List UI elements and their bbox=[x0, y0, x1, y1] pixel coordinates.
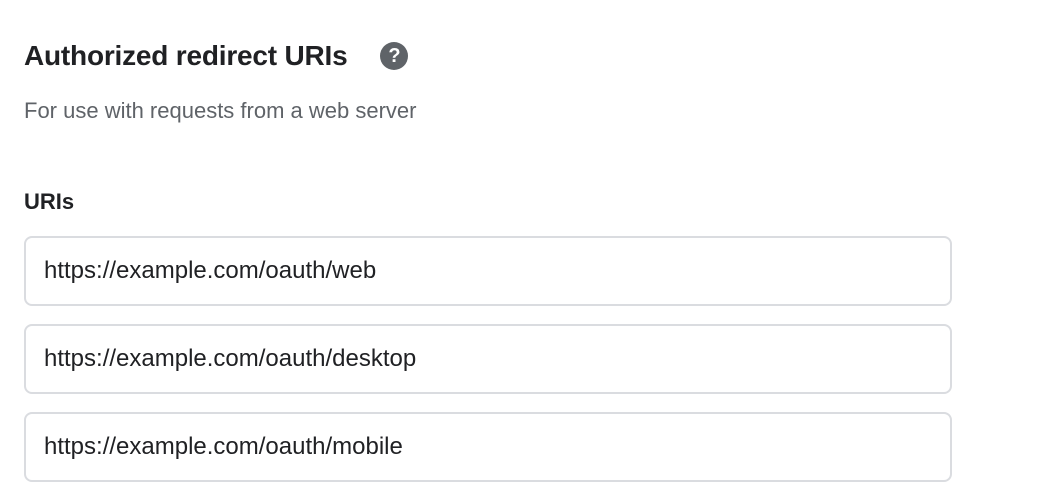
section-title: Authorized redirect URIs bbox=[24, 40, 348, 71]
uri-field bbox=[24, 324, 952, 394]
uri-input-web[interactable] bbox=[44, 257, 924, 285]
uri-input-mobile[interactable] bbox=[44, 433, 924, 461]
section-header: Authorized redirect URIs ? bbox=[24, 38, 409, 74]
help-icon[interactable]: ? bbox=[380, 42, 409, 70]
uri-list bbox=[24, 236, 952, 492]
uris-label: URIs bbox=[24, 189, 75, 214]
uri-input-desktop[interactable] bbox=[44, 345, 924, 373]
uri-field bbox=[24, 236, 952, 306]
section-subtitle: For use with requests from a web server bbox=[24, 98, 417, 123]
authorized-redirect-uris-section: Authorized redirect URIs ? For use with … bbox=[0, 0, 1062, 492]
uri-field bbox=[24, 412, 952, 482]
